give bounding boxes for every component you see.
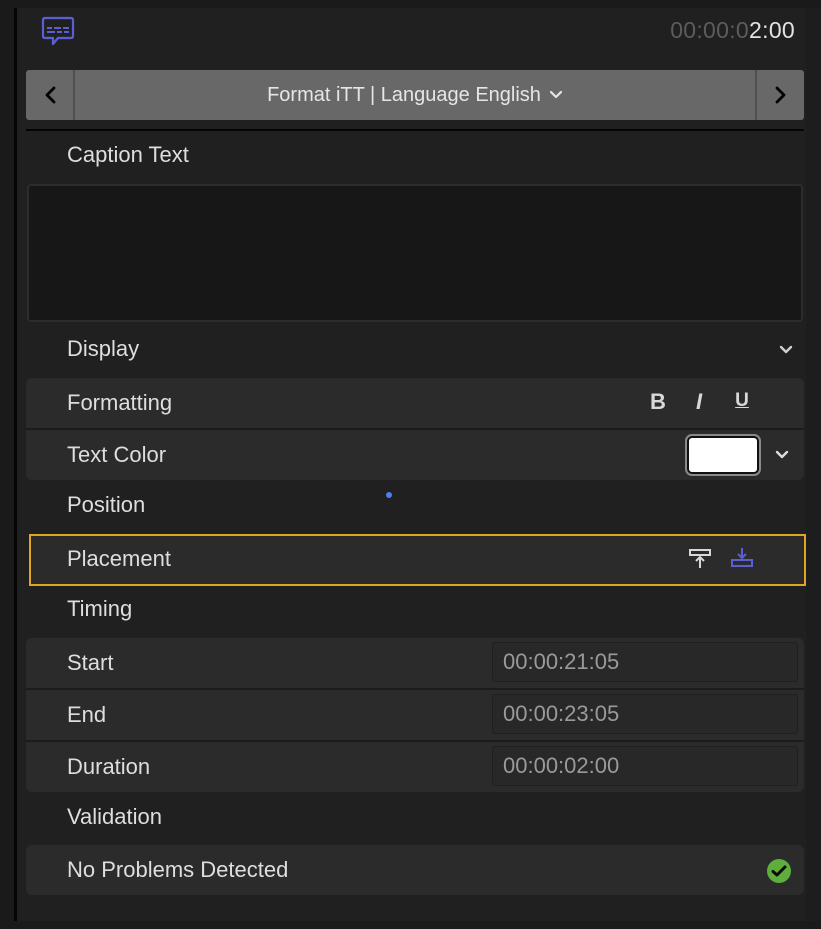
panel-left-border (14, 8, 17, 921)
chevron-down-icon (549, 90, 563, 99)
formatting-row: Formatting B I U (26, 378, 804, 430)
duration-label: Duration (67, 754, 151, 779)
align-bottom-icon[interactable] (730, 547, 754, 569)
text-color-swatch[interactable] (685, 434, 761, 476)
text-color-label: Text Color (67, 442, 167, 467)
validation-group: No Problems Detected (26, 845, 804, 895)
timing-row-start: Start (26, 638, 804, 690)
italic-button[interactable]: I (686, 389, 712, 415)
timing-row-end: End (26, 690, 804, 742)
validation-heading: Validation (67, 804, 162, 829)
text-color-chevron-down-icon[interactable] (774, 449, 790, 461)
start-timecode-field[interactable] (492, 642, 798, 682)
next-caption-button[interactable] (755, 70, 804, 120)
display-heading: Display (67, 336, 140, 361)
format-language-label: Format iTT | Language English (267, 83, 541, 106)
section-divider (26, 129, 804, 131)
underline-button[interactable]: U (729, 390, 755, 412)
text-color-row: Text Color (26, 430, 804, 480)
timing-row-duration: Duration (26, 742, 804, 792)
caption-bubble-icon (41, 16, 75, 46)
align-top-icon[interactable] (688, 548, 712, 570)
panel-right-gutter (806, 8, 821, 921)
validation-status-text: No Problems Detected (67, 857, 289, 882)
format-language-dropdown[interactable]: Format iTT | Language English (75, 70, 755, 120)
checkmark-circle-icon (767, 859, 791, 883)
end-timecode-field[interactable] (492, 694, 798, 734)
timing-settings-group: Start End Duration (26, 638, 804, 792)
position-heading: Position (67, 492, 146, 517)
formatting-label: Formatting (67, 390, 173, 415)
timing-heading: Timing (67, 596, 133, 621)
current-timecode: 00:00:02:00 (670, 17, 795, 44)
duration-timecode-field[interactable] (492, 746, 798, 786)
previous-caption-button[interactable] (26, 70, 75, 120)
timecode-leading: 00:00:0 (670, 17, 750, 43)
cursor-indicator-dot (386, 492, 392, 498)
display-settings-group: Formatting B I U Text Color (26, 378, 804, 480)
timecode-value: 2:00 (749, 17, 795, 43)
end-label: End (67, 702, 107, 727)
validation-status-row: No Problems Detected (26, 845, 804, 895)
caption-text-heading: Caption Text (67, 142, 189, 167)
start-label: Start (67, 650, 114, 675)
display-collapse-chevron-icon[interactable] (778, 344, 794, 356)
chevron-right-icon (775, 86, 785, 104)
bold-button[interactable]: B (645, 389, 671, 415)
chevron-left-icon (45, 86, 55, 104)
caption-text-input[interactable] (27, 184, 803, 322)
caption-format-navbar: Format iTT | Language English (26, 70, 804, 120)
placement-label: Placement (67, 546, 171, 571)
placement-row: Placement (29, 534, 806, 586)
